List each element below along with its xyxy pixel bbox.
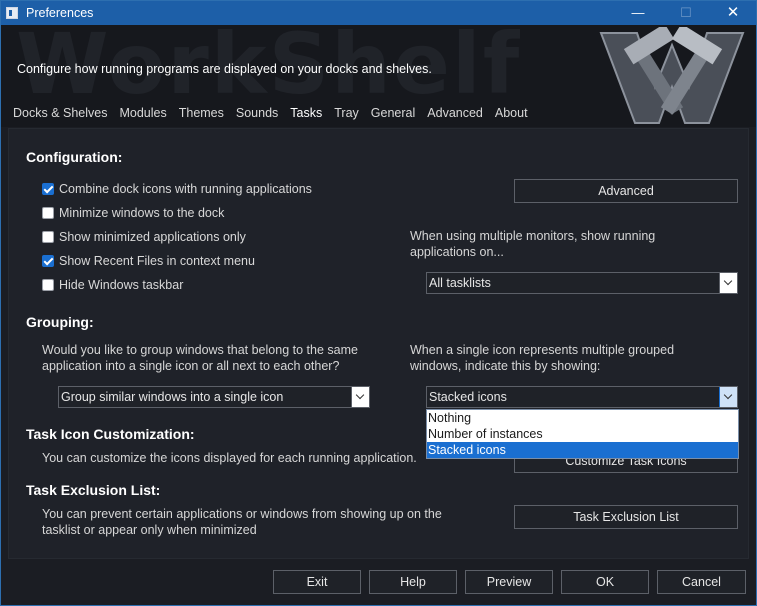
chevron-down-icon[interactable] xyxy=(351,387,369,407)
tab-about[interactable]: About xyxy=(489,103,534,123)
tab-tray[interactable]: Tray xyxy=(328,103,365,123)
indicate-select-value: Stacked icons xyxy=(429,390,507,404)
customization-heading: Task Icon Customization: xyxy=(26,426,195,442)
dropdown-option-number-of-instances[interactable]: Number of instances xyxy=(427,426,738,442)
exit-button[interactable]: Exit xyxy=(273,570,361,594)
checkbox-label: Combine dock icons with running applicat… xyxy=(59,182,312,196)
tab-themes[interactable]: Themes xyxy=(173,103,230,123)
checkbox-checked-icon[interactable] xyxy=(42,183,54,195)
dropdown-option-stacked-icons[interactable]: Stacked icons xyxy=(427,442,738,458)
checkbox-label: Minimize windows to the dock xyxy=(59,206,225,220)
tab-bar: Docks & Shelves Modules Themes Sounds Ta… xyxy=(7,103,534,123)
app-icon xyxy=(6,7,18,19)
monitors-select-value: All tasklists xyxy=(429,276,491,290)
checkbox-unchecked-icon[interactable] xyxy=(42,207,54,219)
header-banner: WorkShelf Configure how running programs… xyxy=(1,25,756,127)
cancel-button[interactable]: Cancel xyxy=(657,570,746,594)
tab-general[interactable]: General xyxy=(365,103,421,123)
checkbox-label: Hide Windows taskbar xyxy=(59,278,184,292)
tab-tasks[interactable]: Tasks xyxy=(284,103,328,123)
combine-icons-checkbox[interactable]: Combine dock icons with running applicat… xyxy=(42,181,312,197)
monitors-select[interactable]: All tasklists xyxy=(426,272,738,294)
checkbox-unchecked-icon[interactable] xyxy=(42,231,54,243)
checkbox-unchecked-icon[interactable] xyxy=(42,279,54,291)
configuration-heading: Configuration: xyxy=(26,149,123,165)
chevron-down-icon[interactable] xyxy=(719,387,737,407)
monitors-description: When using multiple monitors, show runni… xyxy=(410,229,656,259)
exclusion-heading: Task Exclusion List: xyxy=(26,482,161,498)
checkbox-label: Show Recent Files in context menu xyxy=(59,254,255,268)
chevron-down-icon[interactable] xyxy=(719,273,737,293)
show-recent-files-checkbox[interactable]: Show Recent Files in context menu xyxy=(42,253,255,269)
checkbox-label: Show minimized applications only xyxy=(59,230,246,244)
dropdown-option-nothing[interactable]: Nothing xyxy=(427,410,738,426)
grouping-question: Would you like to group windows that bel… xyxy=(42,343,358,373)
group-mode-select-value: Group similar windows into a single icon xyxy=(61,390,284,404)
tab-sounds[interactable]: Sounds xyxy=(230,103,284,123)
customization-description: You can customize the icons displayed fo… xyxy=(42,451,417,465)
tab-advanced[interactable]: Advanced xyxy=(421,103,489,123)
checkbox-checked-icon[interactable] xyxy=(42,255,54,267)
advanced-button[interactable]: Advanced xyxy=(514,179,738,203)
maximize-button[interactable]: ☐ xyxy=(663,1,709,25)
minimize-button[interactable]: — xyxy=(615,1,661,25)
task-exclusion-list-button[interactable]: Task Exclusion List xyxy=(514,505,738,529)
tools-logo-icon xyxy=(599,27,745,124)
grouping-heading: Grouping: xyxy=(26,314,94,330)
exclusion-description: You can prevent certain applications or … xyxy=(42,507,442,537)
tab-docks-shelves[interactable]: Docks & Shelves xyxy=(7,103,113,123)
indicate-select[interactable]: Stacked icons xyxy=(426,386,738,408)
ok-button[interactable]: OK xyxy=(561,570,649,594)
preferences-window: Preferences — ☐ ✕ WorkShelf Configure ho… xyxy=(0,0,757,606)
window-title: Preferences xyxy=(26,6,94,20)
header-description: Configure how running programs are displ… xyxy=(17,62,432,76)
show-minimized-only-checkbox[interactable]: Show minimized applications only xyxy=(42,229,246,245)
hide-taskbar-checkbox[interactable]: Hide Windows taskbar xyxy=(42,277,183,293)
group-mode-select[interactable]: Group similar windows into a single icon xyxy=(58,386,370,408)
help-button[interactable]: Help xyxy=(369,570,457,594)
close-button[interactable]: ✕ xyxy=(710,1,756,25)
tab-modules[interactable]: Modules xyxy=(113,103,172,123)
preview-button[interactable]: Preview xyxy=(465,570,553,594)
indicate-description: When a single icon represents multiple g… xyxy=(410,343,675,373)
indicate-dropdown-list: Nothing Number of instances Stacked icon… xyxy=(426,409,739,459)
minimize-to-dock-checkbox[interactable]: Minimize windows to the dock xyxy=(42,205,224,221)
title-bar: Preferences — ☐ ✕ xyxy=(1,1,756,25)
